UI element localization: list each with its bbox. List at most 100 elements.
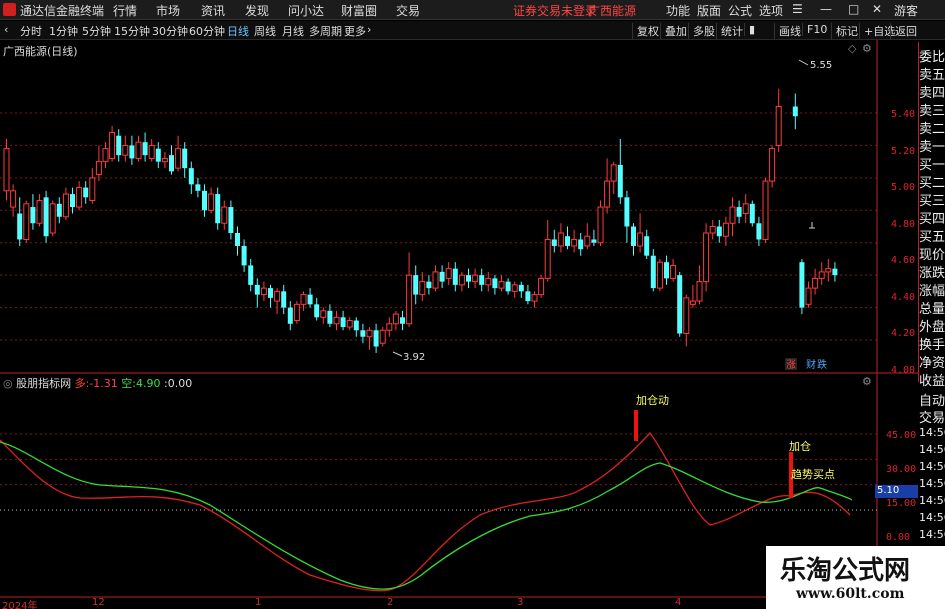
menu-item-banmian[interactable]: 版面 [697, 2, 721, 19]
candle-body [736, 207, 742, 217]
annotation-jiacang: 加仓 [789, 439, 811, 453]
tag-die-text: 跌 [817, 358, 827, 371]
btn-duogu[interactable]: 多股 [688, 23, 715, 39]
indicator-lines [0, 431, 853, 592]
signal-bar-1 [634, 410, 638, 441]
candle-body [591, 239, 597, 243]
btn-f10[interactable]: F10 [802, 23, 827, 36]
candle-body [56, 203, 62, 217]
indicator-header: ◎ 股朋指标网 多:-1.31 空:4.90 :0.00 [3, 377, 193, 390]
candle-body [604, 180, 611, 208]
candle-body [557, 232, 564, 247]
period-tab-5min[interactable]: 5分钟 [82, 23, 111, 39]
menu-item-gongshi[interactable]: 公式 [728, 2, 752, 19]
sidebar-item-jiaoyi[interactable]: 交易 [919, 407, 945, 426]
btn-diejia[interactable]: 叠加 [660, 23, 687, 39]
sidebar-item-sell5: 卖五 [919, 68, 945, 83]
indicator-name[interactable]: 股朋指标网 [16, 377, 71, 390]
menu-item-jiaoyi[interactable]: 交易 [396, 2, 420, 19]
more-chevron-icon[interactable]: › [367, 23, 371, 36]
period-tab-30min[interactable]: 30分钟 [152, 23, 188, 39]
indicator-axis-label: 0.00 [886, 532, 911, 543]
period-tab-more[interactable]: 更多 [344, 23, 366, 39]
app-logo-icon [3, 3, 16, 16]
price-panel-diamond-icon[interactable]: ◇ [848, 42, 856, 55]
sidebar-item-xianjia: 现价 [919, 248, 945, 263]
price-axis-label: 4.40 [891, 292, 916, 303]
guest-label[interactable]: 游客 [894, 2, 918, 19]
candle-body [531, 294, 538, 302]
minimize-icon[interactable]: — [820, 2, 832, 16]
period-tab-fenshi[interactable]: 分时 [20, 23, 42, 39]
menu-item-wenxiaoda[interactable]: 问小达 [288, 2, 324, 19]
candle-body [452, 268, 458, 285]
price-panel-settings-icon[interactable]: ⚙ [862, 42, 872, 55]
candle-body [43, 197, 49, 237]
kline-chart[interactable]: 5.55 3.92 涨 财 跌 加仓动 加仓 趋势买点 [0, 40, 918, 609]
candle-body [122, 144, 129, 156]
sidebar-item-zidong[interactable]: 自动 [919, 390, 945, 409]
candle-body [129, 145, 135, 159]
sidebar-item-sell3: 卖三 [919, 104, 945, 119]
maximize-icon[interactable]: □ [848, 2, 859, 16]
candle-body [300, 294, 307, 305]
candle-body [340, 317, 346, 328]
sidebar-item-buy4: 买四 [919, 212, 945, 227]
candle-body [597, 206, 604, 244]
menu-item-caifuquan[interactable]: 财富圈 [341, 2, 377, 19]
candle-body [215, 194, 221, 224]
period-tab-15min[interactable]: 15分钟 [114, 23, 150, 39]
tag-zhang-text: 涨 [786, 359, 796, 371]
candle-body [538, 277, 545, 296]
watermark-box: 乐淘公式网 www.60lt.com [766, 546, 945, 609]
sidebar-time: 14:56 [919, 426, 945, 439]
menu-item-shichang[interactable]: 市场 [156, 2, 180, 19]
indicator-settings-icon[interactable]: ⚙ [862, 375, 872, 388]
sidebar-time: 14:56 [919, 511, 945, 524]
login-status[interactable]: 证券交易未登录 [513, 2, 597, 19]
candle-body [631, 226, 636, 246]
candle-body [182, 148, 188, 169]
period-tab-60min[interactable]: 60分钟 [189, 23, 225, 39]
btn-tongji[interactable]: 统计 [716, 23, 743, 39]
candle-body [49, 203, 56, 234]
period-tab-week[interactable]: 周线 [254, 23, 276, 39]
period-tab-1min[interactable]: 1分钟 [49, 23, 78, 39]
candle-body [169, 155, 174, 172]
candle-body [287, 307, 293, 324]
close-icon[interactable]: ✕ [872, 2, 882, 16]
candle-body [683, 297, 690, 335]
toolbar-left-arrow-icon[interactable]: ‹ [4, 23, 8, 36]
period-tab-multi[interactable]: 多周期 [309, 23, 342, 39]
menu-item-gongneng[interactable]: 功能 [666, 2, 690, 19]
candle-body [466, 275, 471, 282]
date-label: 4 [675, 597, 682, 608]
candle-body [769, 148, 776, 182]
candle-body [650, 255, 656, 289]
btn-huaxian[interactable]: 画线 [774, 23, 801, 39]
user-icon[interactable]: ☰ [792, 2, 803, 16]
sidebar-time: 14:56 [919, 494, 945, 507]
btn-fanhui[interactable]: 返回 [890, 23, 917, 39]
btn-toggle-icon[interactable]: ▮ [744, 23, 755, 36]
candles-layer [3, 88, 838, 353]
btn-fuquan[interactable]: 复权 [632, 23, 659, 39]
candle-body [135, 141, 142, 159]
candle-body [518, 284, 524, 292]
candle-body [544, 238, 551, 279]
candle-body [161, 157, 168, 163]
sidebar-item-zongliang: 总量 [919, 302, 945, 317]
sidebar-item-buy5: 买五 [919, 230, 945, 245]
period-tab-day[interactable]: 日线 [227, 23, 249, 39]
period-tab-month[interactable]: 月线 [282, 23, 304, 39]
menu-item-hangqing[interactable]: 行情 [113, 2, 137, 19]
menu-item-xuanxiang[interactable]: 选项 [759, 2, 783, 19]
indicator-toggle-icon[interactable]: ◎ [3, 377, 13, 390]
menu-item-zixun[interactable]: 资讯 [201, 2, 225, 19]
candle-body [722, 222, 729, 237]
sidebar-time: 14:56 [919, 460, 945, 473]
btn-biaoji[interactable]: 标记 [831, 23, 858, 39]
candle-body [762, 180, 769, 240]
candle-body [551, 239, 557, 246]
menu-item-faxian[interactable]: 发现 [245, 2, 269, 19]
